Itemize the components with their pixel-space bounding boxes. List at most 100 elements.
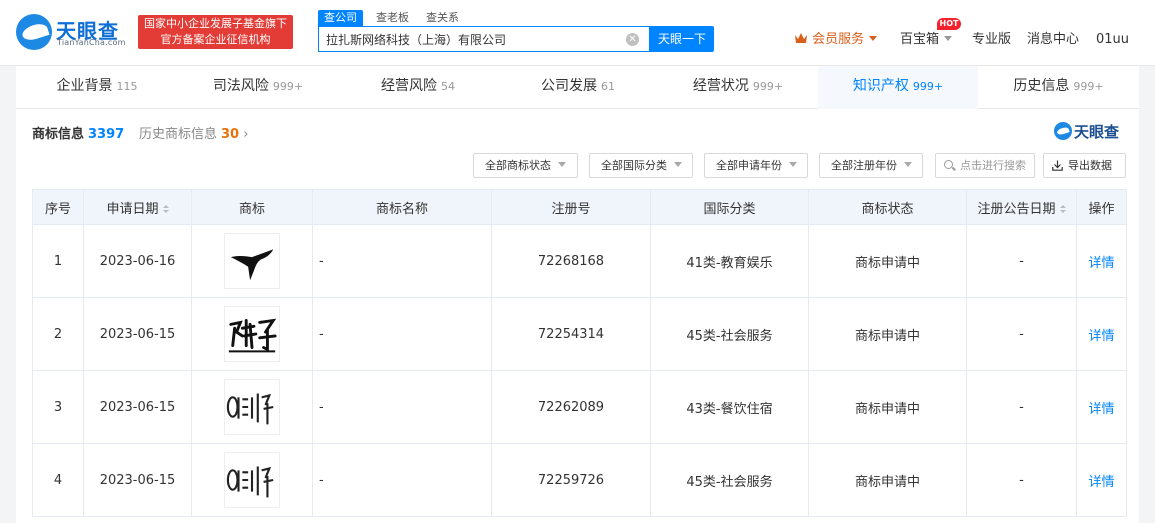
export-label: 导出数据 (1068, 159, 1112, 172)
col-header-announce-date[interactable]: 注册公告日期 (966, 189, 1077, 225)
search-icon (944, 160, 953, 169)
table-header-row: 序号 申请日期 商标 商标名称 注册号 国际分类 商标状态 注册公告日期 操作 (32, 189, 1127, 225)
hot-badge: HOT (937, 18, 961, 30)
cell-class: 43类-餐饮住宿 (650, 370, 809, 444)
search-tab-relation[interactable]: 查关系 (426, 10, 459, 26)
crown-icon (795, 33, 807, 43)
cell-announce-date: - (966, 224, 1077, 298)
tab-history-info[interactable]: 历史信息 999+ (978, 66, 1139, 109)
cell-date: 2023-06-15 (83, 297, 192, 371)
tab-count: 54 (441, 80, 455, 93)
cell-index: 2 (32, 297, 84, 371)
tab-operating-status[interactable]: 经营状况 999+ (658, 66, 818, 109)
history-trademark-link[interactable]: 历史商标信息 30 › (139, 123, 248, 142)
tab-count: 999+ (272, 80, 304, 93)
chevron-right-icon: › (239, 127, 249, 142)
site-logo[interactable]: 天眼查 TianYanCha.com (16, 14, 134, 50)
history-label: 历史商标信息 (139, 127, 218, 142)
cell-class: 41类-教育娱乐 (650, 224, 809, 298)
detail-link[interactable]: 详情 (1088, 402, 1114, 417)
tab-label: 经营状况 (692, 78, 749, 94)
vip-label: 会员服务 (812, 32, 865, 47)
intl-class-filter[interactable]: 全部国际分类 (589, 153, 693, 178)
tab-count: 115 (116, 80, 138, 93)
pro-link[interactable]: 专业版 (972, 31, 1011, 49)
col-header-date-label: 申请日期 (106, 201, 159, 217)
main-tabs: 企业背景 115 司法风险 999+ 经营风险 54 公司发展 61 经营状况 999+ … (16, 66, 1139, 109)
user-menu[interactable]: 01uu (1096, 31, 1129, 49)
status-filter[interactable]: 全部商标状态 (473, 153, 578, 178)
table-row: 2 2023-06-15 - 72254314 45类-社会服务 商标申请中 -… (32, 297, 1127, 371)
sort-icon[interactable] (1059, 204, 1066, 214)
elemez-fanbaozi-logo-icon[interactable] (224, 452, 280, 508)
table-row: 4 2023-06-15 - 72259726 45类-社会服务 商标申请中 -… (32, 443, 1127, 517)
bird-logo-icon[interactable] (224, 233, 280, 289)
cell-index: 4 (32, 443, 84, 517)
cell-announce-date: - (966, 443, 1077, 517)
export-button[interactable]: 导出数据 (1043, 153, 1126, 178)
table-row: 1 2023-06-16 - 72268168 41类-教育娱乐 商标申请中 -… (32, 224, 1127, 298)
col-header-class: 国际分类 (650, 189, 809, 225)
tab-label: 企业背景 (56, 78, 113, 94)
cell-status: 商标申请中 (808, 443, 967, 517)
elemez-fanbaozi-logo-icon[interactable] (224, 379, 280, 435)
chevron-down-icon (558, 162, 566, 167)
cell-name: - (312, 370, 492, 444)
detail-link[interactable]: 详情 (1088, 329, 1114, 344)
col-header-date[interactable]: 申请日期 (83, 189, 192, 225)
detail-link[interactable]: 详情 (1088, 256, 1114, 271)
cell-reg-no: 72262089 (491, 370, 651, 444)
tab-intellectual-property[interactable]: 知识产权 999+ (818, 66, 978, 109)
cell-logo (191, 297, 313, 371)
gov-badge-line1: 国家中小企业发展子基金旗下 (144, 17, 287, 30)
cell-date: 2023-06-15 (83, 443, 192, 517)
table-search-placeholder: 点击进行搜索 (960, 159, 1026, 172)
tab-judicial-risk[interactable]: 司法风险 999+ (178, 66, 338, 109)
logo-mark-icon (1054, 122, 1072, 140)
cell-name: - (312, 443, 492, 517)
search-button[interactable]: 天眼一下 (650, 26, 714, 52)
history-count: 30 (221, 127, 240, 142)
detail-link[interactable]: 详情 (1088, 475, 1114, 490)
col-header-index: 序号 (32, 189, 84, 225)
tab-business-risk[interactable]: 经营风险 54 (338, 66, 498, 109)
apply-year-filter[interactable]: 全部申请年份 (704, 153, 808, 178)
gov-badge[interactable]: 国家中小企业发展子基金旗下 官方备案企业征信机构 (138, 15, 293, 49)
table-search-button[interactable]: 点击进行搜索 (935, 153, 1035, 178)
section-title-label: 商标信息 (32, 127, 85, 142)
cell-logo (191, 443, 313, 517)
clear-icon[interactable]: ✕ (626, 33, 639, 46)
baibao-menu[interactable]: 百宝箱 (900, 31, 953, 49)
sort-icon[interactable] (162, 204, 169, 214)
baibao-label: 百宝箱 (900, 32, 940, 47)
watermark-text: 天眼查 (1074, 123, 1120, 141)
intl-class-filter-label: 全部国际分类 (601, 159, 667, 172)
cell-action: 详情 (1076, 443, 1127, 517)
vip-service-menu[interactable]: 会员服务 (794, 31, 878, 49)
fanbaozi-logo-icon[interactable] (224, 306, 280, 362)
cell-logo (191, 224, 313, 298)
col-header-announce-label: 注册公告日期 (977, 201, 1056, 217)
search-tab-boss[interactable]: 查老板 (376, 10, 409, 26)
logo-mark-icon (16, 14, 52, 50)
cell-status: 商标申请中 (808, 224, 967, 298)
search-box: ✕ (318, 26, 650, 52)
chevron-down-icon (674, 162, 682, 167)
search-input[interactable] (326, 27, 616, 51)
cell-date: 2023-06-15 (83, 370, 192, 444)
cell-status: 商标申请中 (808, 370, 967, 444)
reg-year-filter[interactable]: 全部注册年份 (819, 153, 923, 178)
tab-company-development[interactable]: 公司发展 61 (498, 66, 658, 109)
chevron-down-icon (904, 162, 912, 167)
tab-count: 999+ (1073, 80, 1104, 93)
chevron-down-icon (789, 162, 797, 167)
table-row: 3 2023-06-15 - 72262089 43类-餐饮住宿 商标申请中 -… (32, 370, 1127, 444)
tab-enterprise-background[interactable]: 企业背景 115 (16, 66, 178, 109)
cell-name: - (312, 224, 492, 298)
message-center-link[interactable]: 消息中心 (1027, 31, 1079, 49)
trademark-panel: 商标信息 3397 历史商标信息 30 › 天眼查 全部商标状态 全部国际分类 全部… (16, 109, 1139, 523)
cell-action: 详情 (1076, 370, 1127, 444)
download-icon (1052, 160, 1063, 171)
col-header-reg-no: 注册号 (491, 189, 651, 225)
search-tab-company[interactable]: 查公司 (318, 10, 363, 26)
